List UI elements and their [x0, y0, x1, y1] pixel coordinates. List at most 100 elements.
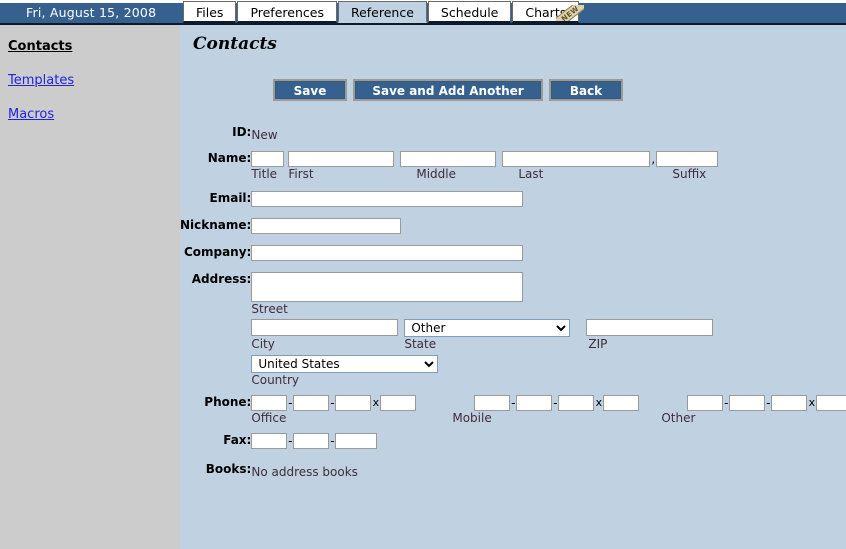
- nickname-field-cell: [251, 218, 846, 234]
- form-row-id: ID: New: [180, 125, 846, 142]
- mobile-ext-input[interactable]: [603, 395, 640, 411]
- country-row: United States: [251, 355, 846, 373]
- nickname-input[interactable]: [251, 218, 402, 234]
- sublabel-middle: Middle: [416, 167, 456, 181]
- sidebar-item-macros[interactable]: Macros: [8, 107, 180, 122]
- id-value-cell: New: [251, 125, 846, 142]
- form-row-company: Company:: [180, 245, 846, 261]
- street-sublabel-row: Street: [251, 302, 846, 319]
- name-middle-input[interactable]: [400, 151, 497, 167]
- tab-reference-label: Reference: [350, 5, 414, 20]
- tab-preferences-label: Preferences: [250, 5, 324, 20]
- street-textarea[interactable]: [251, 272, 524, 302]
- name-label: Name:: [207, 151, 252, 165]
- mobile-area-input[interactable]: [474, 395, 511, 411]
- sublabel-street: Street: [251, 302, 288, 316]
- tab-charts[interactable]: Charts NEW: [512, 1, 585, 23]
- office-ext-mark: x: [372, 396, 380, 409]
- sidebar-item-macros-label[interactable]: Macros: [8, 107, 54, 122]
- tab-schedule-label: Schedule: [440, 5, 499, 20]
- main-content: Contacts Save Save and Add Another Back …: [180, 25, 846, 549]
- save-and-add-another-button[interactable]: Save and Add Another: [353, 79, 543, 101]
- company-field-cell: [251, 245, 846, 261]
- current-date-label: Fri, August 15, 2008: [26, 5, 157, 20]
- name-fields-cell: , Title First Middle Last Suffix: [251, 151, 846, 182]
- name-last-input[interactable]: [502, 151, 651, 167]
- id-value: New: [251, 128, 278, 142]
- office-area-input[interactable]: [251, 395, 288, 411]
- id-label: ID:: [232, 125, 252, 139]
- sidebar-item-templates-label[interactable]: Templates: [8, 73, 74, 88]
- sidebar-item-contacts-label[interactable]: Contacts: [8, 39, 72, 54]
- books-label: Books:: [205, 462, 252, 476]
- main-tab-bar: Files Preferences Reference Schedule Cha…: [183, 0, 585, 23]
- sublabel-suffix: Suffix: [672, 167, 707, 181]
- form-action-buttons: Save Save and Add Another Back: [180, 79, 846, 101]
- tab-files[interactable]: Files: [183, 1, 237, 23]
- city-state-zip-row: Other: [251, 319, 846, 337]
- fax-line-input[interactable]: [335, 433, 378, 449]
- office-prefix-input[interactable]: [293, 395, 330, 411]
- other-line-input[interactable]: [771, 395, 808, 411]
- mobile-line-input[interactable]: [558, 395, 595, 411]
- name-first-input[interactable]: [288, 151, 395, 167]
- mobile-prefix-input[interactable]: [516, 395, 553, 411]
- country-select[interactable]: United States: [251, 355, 439, 373]
- sidebar: Contacts Templates Macros: [0, 25, 180, 549]
- fax-prefix-input[interactable]: [293, 433, 330, 449]
- sublabel-city: City: [251, 337, 275, 351]
- phone-inputs-row: - - x - - x - - x: [251, 395, 846, 411]
- office-line-input[interactable]: [335, 395, 372, 411]
- sidebar-item-contacts[interactable]: Contacts: [8, 39, 180, 54]
- sidebar-item-templates[interactable]: Templates: [8, 73, 180, 88]
- sublabel-title: Title: [251, 167, 278, 181]
- header-bar: Fri, August 15, 2008 Files Preferences R…: [0, 0, 846, 25]
- contact-form: ID: New Name: , Title First Middle Last …: [180, 125, 846, 479]
- address-label: Address:: [191, 272, 252, 286]
- state-select[interactable]: Other: [404, 319, 571, 337]
- tab-files-label: Files: [196, 5, 224, 20]
- city-state-zip-sublabels: City State ZIP: [251, 337, 846, 355]
- other-area-input[interactable]: [687, 395, 724, 411]
- books-value: No address books: [251, 465, 358, 479]
- page-title: Contacts: [193, 34, 277, 54]
- sublabel-office: Office: [251, 411, 287, 425]
- sublabel-last: Last: [518, 167, 544, 181]
- back-button[interactable]: Back: [549, 79, 623, 101]
- zip-input[interactable]: [586, 319, 714, 336]
- form-row-books: Books: No address books: [180, 462, 846, 479]
- email-field-cell: [251, 191, 846, 207]
- save-button[interactable]: Save: [273, 79, 347, 101]
- city-input[interactable]: [251, 319, 399, 336]
- phone-other-group[interactable]: - - x: [687, 395, 846, 411]
- other-ext-mark: x: [808, 396, 816, 409]
- sublabel-zip: ZIP: [588, 337, 608, 351]
- phone-mobile-group[interactable]: - - x: [474, 395, 640, 411]
- phone-office-group[interactable]: - - x: [251, 395, 417, 411]
- company-label: Company:: [183, 245, 252, 259]
- sublabel-first: First: [288, 167, 314, 181]
- mobile-ext-mark: x: [595, 396, 603, 409]
- tab-schedule[interactable]: Schedule: [427, 1, 512, 23]
- sublabel-other: Other: [661, 411, 696, 425]
- company-input[interactable]: [251, 245, 524, 261]
- other-ext-input[interactable]: [816, 395, 846, 411]
- tab-reference[interactable]: Reference: [337, 1, 427, 23]
- email-input[interactable]: [251, 191, 524, 207]
- office-ext-input[interactable]: [380, 395, 417, 411]
- name-input-row: ,: [251, 151, 846, 167]
- name-sublabels: Title First Middle Last Suffix: [251, 167, 846, 182]
- phone-label: Phone:: [204, 395, 252, 409]
- name-title-input[interactable]: [251, 151, 285, 167]
- sublabel-country: Country: [251, 373, 300, 387]
- page-body: Contacts Templates Macros Contacts Save …: [0, 25, 846, 549]
- sublabel-state: State: [404, 337, 437, 351]
- name-suffix-input[interactable]: [656, 151, 719, 167]
- tab-charts-label: Charts: [525, 5, 567, 20]
- form-row-nickname: Nickname:: [180, 218, 846, 234]
- form-row-name: Name: , Title First Middle Last Suffix: [180, 151, 846, 182]
- fax-area-input[interactable]: [251, 433, 288, 449]
- phone-fields-cell: - - x - - x - - x Office Mobile Other: [251, 395, 846, 428]
- tab-preferences[interactable]: Preferences: [237, 1, 337, 23]
- other-prefix-input[interactable]: [729, 395, 766, 411]
